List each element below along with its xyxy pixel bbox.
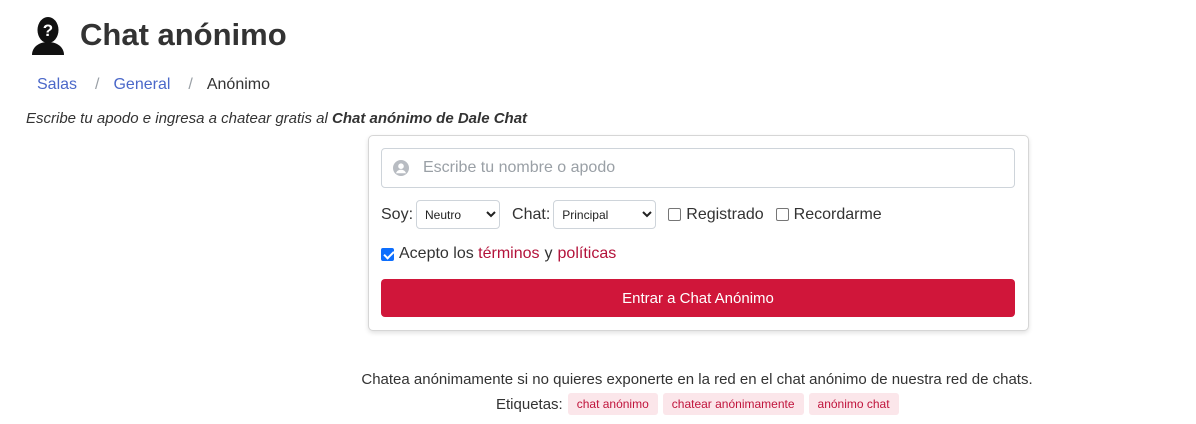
recordarme-label: Recordarme	[793, 205, 882, 223]
policies-link[interactable]: políticas	[558, 245, 617, 263]
chat-label: Chat:	[512, 205, 551, 223]
breadcrumb-separator: /	[95, 76, 100, 93]
name-input[interactable]	[421, 158, 1011, 178]
recordarme-checkbox-box[interactable]	[775, 208, 789, 221]
breadcrumb: Salas / General / Anónimo	[37, 76, 270, 94]
registrado-label: Registrado	[686, 205, 764, 223]
chat-description: Chatea anónimamente si no quieres expone…	[361, 371, 1033, 388]
accept-prefix: Acepto los	[399, 245, 474, 262]
intro-bold: Chat anónimo de Dale Chat	[332, 110, 528, 127]
terms-conjunction: y	[544, 245, 553, 262]
breadcrumb-link-general[interactable]: General	[113, 76, 170, 94]
intro-prefix: Escribe tu apodo e ingresa a chatear gra…	[26, 110, 333, 127]
soy-select[interactable]: Neutro	[416, 200, 501, 229]
tags-row: Etiquetas: chat anónimo chatear anónimam…	[496, 393, 904, 415]
login-card: Soy: Neutro Chat: Principal Registrado R…	[368, 135, 1029, 331]
registrado-checkbox-box[interactable]	[668, 208, 682, 221]
tags-label: Etiquetas:	[496, 395, 563, 413]
user-circle-icon	[393, 160, 409, 176]
tag-chip[interactable]: anónimo chat	[808, 393, 899, 415]
breadcrumb-current: Anónimo	[206, 76, 271, 93]
accept-terms-checkbox[interactable]	[381, 247, 394, 261]
soy-label: Soy:	[381, 205, 414, 223]
breadcrumb-link-salas[interactable]: Salas	[37, 76, 77, 94]
enter-chat-button[interactable]: Entrar a Chat Anónimo	[381, 279, 1015, 317]
options-row: Soy: Neutro Chat: Principal Registrado R…	[381, 200, 894, 229]
recordarme-checkbox[interactable]: Recordarme	[775, 205, 882, 224]
terms-row: Acepto los términos y políticas	[381, 245, 616, 263]
tag-chip[interactable]: chatear anónimamente	[662, 393, 804, 415]
tag-chip[interactable]: chat anónimo	[567, 393, 658, 415]
anonymous-person-icon: ?	[32, 17, 64, 55]
svg-text:?: ?	[43, 21, 53, 40]
name-field[interactable]	[381, 148, 1015, 188]
page-header: ? Chat anónimo	[28, 14, 287, 56]
intro-text: Escribe tu apodo e ingresa a chatear gra…	[26, 110, 527, 127]
chat-select[interactable]: Principal	[553, 200, 657, 229]
breadcrumb-separator: /	[188, 76, 193, 93]
terms-link[interactable]: términos	[478, 245, 539, 263]
registrado-checkbox[interactable]: Registrado	[668, 205, 764, 224]
page-title: Chat anónimo	[80, 17, 287, 52]
